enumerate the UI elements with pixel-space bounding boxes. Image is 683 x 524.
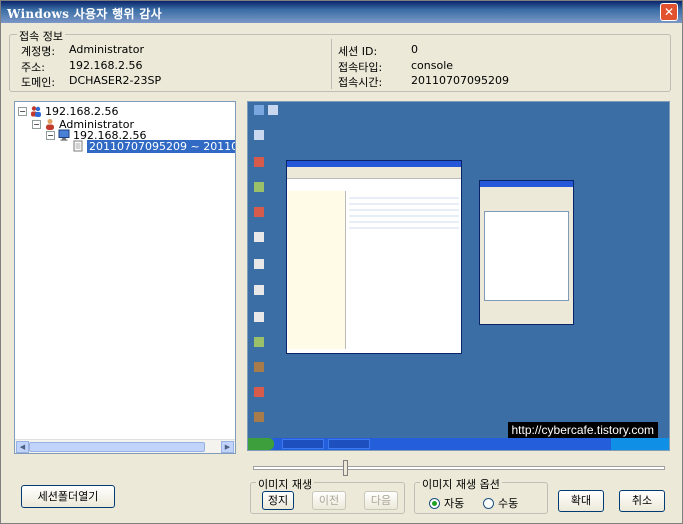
stop-button[interactable]: 정지 — [262, 491, 294, 510]
domain-value: DCHASER2-23SP — [69, 74, 162, 87]
screen-capture-preview: http://cybercafe.tistory.com — [247, 101, 670, 451]
tree-node-host[interactable]: − 192.168.2.56 — [18, 104, 118, 118]
domain-label: 도메인: — [21, 76, 56, 89]
captured-window-toolbar — [287, 167, 461, 179]
zoom-button[interactable]: 확대 — [558, 490, 604, 512]
captured-file-pane — [349, 193, 459, 233]
account-value: Administrator — [69, 43, 144, 56]
desktop-icon — [254, 157, 264, 167]
address-label: 주소: — [21, 61, 45, 74]
connect-type-value: console — [411, 59, 454, 72]
desktop-icon — [254, 285, 264, 295]
document-icon — [73, 140, 83, 152]
desktop-icon — [254, 207, 264, 217]
captured-system-tray — [611, 438, 669, 450]
captured-taskbar — [248, 438, 669, 450]
captured-start-button — [248, 438, 274, 450]
auto-radio-label: 자동 — [444, 497, 465, 510]
manual-radio[interactable]: 수동 — [483, 495, 518, 511]
scrollbar-thumb[interactable] — [29, 442, 205, 452]
open-session-folder-button[interactable]: 세션폴더열기 — [21, 485, 115, 508]
audit-window: Windows 사용자 행위 감사 ✕ 접속 정보 계정명: Administr… — [0, 0, 683, 524]
desktop-icon — [254, 387, 264, 397]
prev-button-label: 이전 — [318, 494, 340, 507]
captured-explorer-window — [286, 160, 462, 354]
desktop-icon — [254, 130, 264, 140]
tree-node-label: 192.168.2.56 — [45, 104, 119, 118]
desktop-icon — [254, 105, 264, 115]
info-divider — [331, 39, 332, 89]
tree-node-label: 20110707095209 ~ 20110708095000 — [87, 139, 235, 153]
manual-radio-label: 수동 — [498, 497, 519, 510]
play-options-label: 이미지 재생 옵션 — [420, 476, 502, 492]
cancel-button[interactable]: 취소 — [619, 490, 665, 512]
open-session-folder-label: 세션폴더열기 — [37, 490, 99, 503]
window-title: Windows 사용자 행위 감사 — [7, 7, 162, 21]
close-icon: ✕ — [663, 5, 675, 19]
scroll-left-icon[interactable]: ◀ — [16, 441, 29, 453]
captured-task-item — [328, 439, 370, 449]
connect-time-value: 20110707095209 — [411, 74, 509, 87]
address-value: 192.168.2.56 — [69, 59, 143, 72]
auto-radio[interactable]: 자동 — [429, 495, 464, 511]
zoom-button-label: 확대 — [570, 494, 592, 507]
desktop-icon — [254, 412, 264, 422]
desktop-icon — [268, 105, 278, 115]
collapse-toggle[interactable]: − — [18, 106, 27, 116]
cancel-button-label: 취소 — [631, 494, 653, 507]
desktop-icon — [254, 182, 264, 192]
radio-unselected-icon — [483, 497, 494, 509]
next-button-label: 다음 — [370, 494, 392, 507]
captured-dialog-window — [479, 180, 574, 325]
desktop-icon — [254, 232, 264, 242]
account-label: 계정명: — [21, 45, 56, 58]
prev-button[interactable]: 이전 — [312, 491, 346, 510]
collapse-toggle[interactable]: − — [32, 119, 41, 129]
tree-node-session[interactable]: 20110707095209 ~ 20110708095000 — [72, 139, 235, 153]
title-bar[interactable]: Windows 사용자 행위 감사 ✕ — [1, 1, 682, 23]
desktop-icon — [254, 362, 264, 372]
connect-time-label: 접속시간: — [338, 76, 383, 89]
captured-window-titlebar — [480, 181, 573, 187]
captured-folder-pane — [288, 191, 346, 349]
watermark: http://cybercafe.tistory.com — [507, 422, 658, 438]
stop-button-label: 정지 — [267, 494, 289, 507]
captured-dialog-list — [484, 211, 569, 301]
session-id-value: 0 — [411, 43, 418, 56]
scroll-right-icon[interactable]: ▶ — [221, 441, 234, 453]
timeline-slider-thumb[interactable] — [343, 460, 348, 476]
image-play-label: 이미지 재생 — [256, 476, 315, 492]
users-icon — [31, 106, 41, 117]
desktop-icon — [254, 259, 264, 269]
desktop-icon — [254, 337, 264, 347]
timeline-slider-track[interactable] — [253, 466, 665, 470]
session-id-label: 세션 ID: — [338, 45, 378, 58]
session-tree[interactable]: − 192.168.2.56 − Administrator − 192.168… — [14, 101, 236, 454]
captured-task-item — [282, 439, 324, 449]
next-button[interactable]: 다음 — [364, 491, 398, 510]
desktop-icon — [254, 312, 264, 322]
collapse-toggle[interactable]: − — [46, 130, 55, 140]
connect-type-label: 접속타입: — [338, 61, 383, 74]
monitor-icon — [58, 129, 70, 141]
radio-selected-icon — [429, 497, 440, 509]
close-button[interactable]: ✕ — [660, 3, 678, 21]
connection-info-label: 접속 정보 — [17, 28, 65, 44]
tree-horizontal-scrollbar[interactable]: ◀ ▶ — [15, 439, 235, 453]
